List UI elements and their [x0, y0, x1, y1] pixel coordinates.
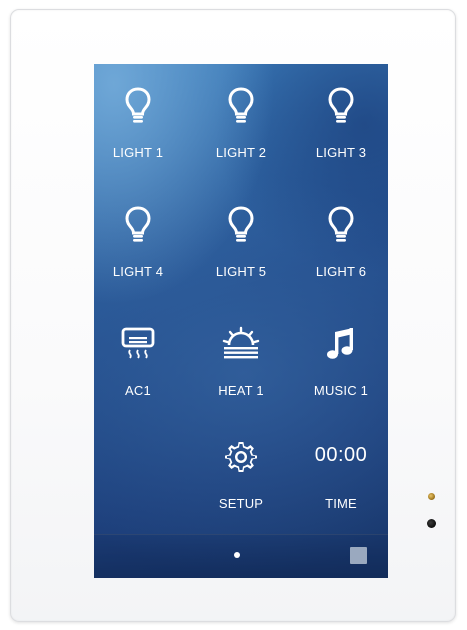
- light-bulb-icon: [301, 205, 381, 245]
- tile-light-2[interactable]: LIGHT 2: [201, 86, 281, 166]
- tile-label: LIGHT 2: [215, 145, 267, 160]
- page-indicator-dot-icon: [234, 552, 240, 558]
- home-square-icon[interactable]: [350, 547, 367, 564]
- tile-label: AC1: [125, 383, 151, 398]
- heater-icon: [201, 326, 281, 360]
- time-display: 00:00: [314, 444, 368, 466]
- tile-light-6[interactable]: LIGHT 6: [301, 205, 381, 285]
- music-note-icon: [301, 326, 381, 362]
- tile-label: LIGHT 1: [112, 145, 164, 160]
- tile-label: LIGHT 6: [315, 264, 367, 279]
- air-conditioner-icon: [98, 326, 178, 360]
- control-grid: LIGHT 1 LIGHT 2 LIGHT 3 LIGHT 4 LIGHT 5 …: [94, 64, 388, 534]
- tile-music-1[interactable]: MUSIC 1: [301, 326, 381, 406]
- light-bulb-icon: [201, 86, 281, 126]
- tile-heat-1[interactable]: HEAT 1: [201, 326, 281, 406]
- tile-light-4[interactable]: LIGHT 4: [98, 205, 178, 285]
- tile-light-3[interactable]: LIGHT 3: [301, 86, 381, 166]
- tile-label: LIGHT 3: [315, 145, 367, 160]
- touch-screen: LIGHT 1 LIGHT 2 LIGHT 3 LIGHT 4 LIGHT 5 …: [94, 64, 388, 578]
- tile-time[interactable]: 00:00 TIME: [301, 440, 381, 520]
- tile-label: TIME: [325, 496, 357, 511]
- bottom-dock: [94, 534, 388, 578]
- tile-light-5[interactable]: LIGHT 5: [201, 205, 281, 285]
- tile-label: HEAT 1: [218, 383, 264, 398]
- tile-label: SETUP: [218, 496, 264, 511]
- tile-light-1[interactable]: LIGHT 1: [98, 86, 178, 166]
- light-bulb-icon: [201, 205, 281, 245]
- tile-setup[interactable]: SETUP: [201, 440, 281, 520]
- tile-label: LIGHT 5: [215, 264, 267, 279]
- status-led: [428, 493, 435, 500]
- tile-label: MUSIC 1: [313, 383, 369, 398]
- gear-icon: [201, 440, 281, 472]
- light-bulb-icon: [301, 86, 381, 126]
- light-bulb-icon: [98, 86, 178, 126]
- tile-label: LIGHT 4: [112, 264, 164, 279]
- tile-ac-1[interactable]: AC1: [98, 326, 178, 406]
- light-bulb-icon: [98, 205, 178, 245]
- proximity-sensor: [427, 519, 436, 528]
